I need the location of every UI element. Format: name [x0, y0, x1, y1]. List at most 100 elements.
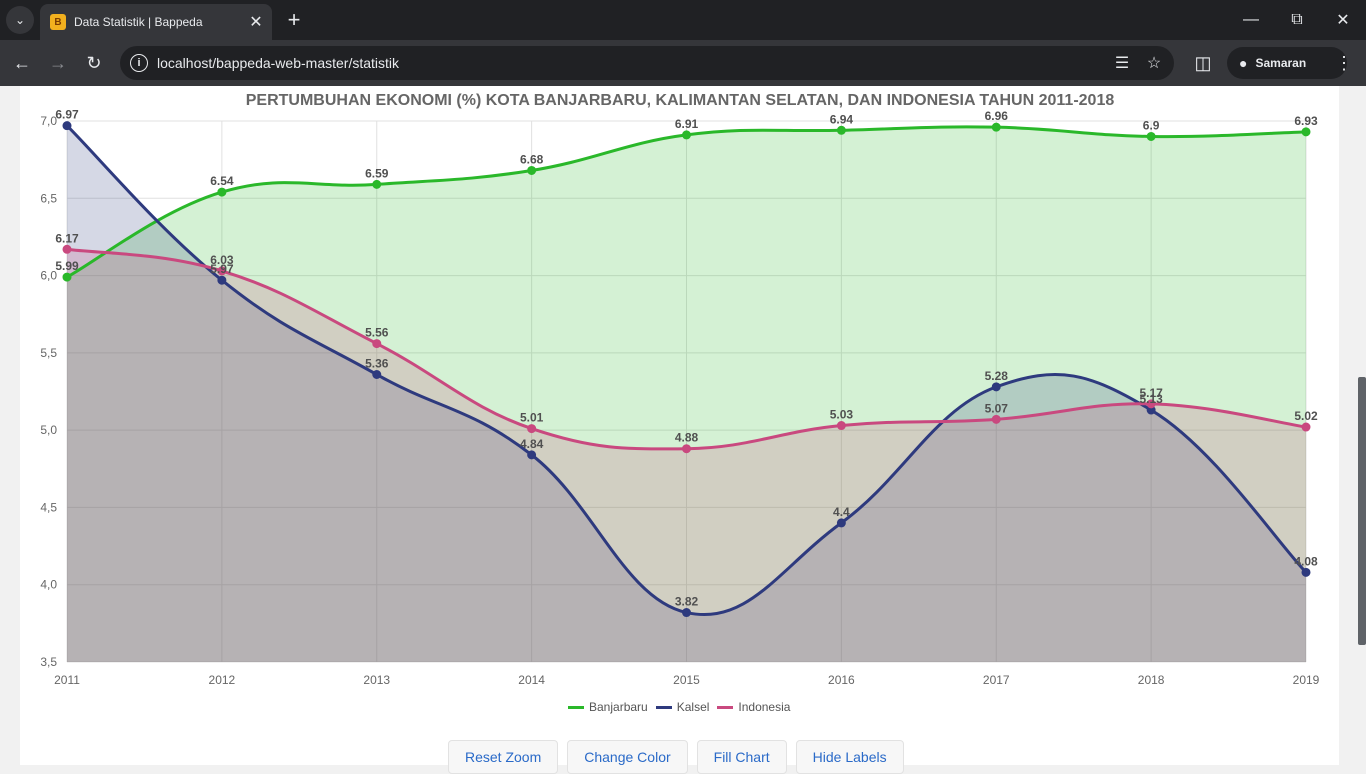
- point-kalsel: [991, 382, 1001, 392]
- data-label-kalsel: 4.84: [520, 437, 544, 451]
- point-indonesia: [62, 244, 72, 254]
- reload-icon[interactable]: ↻: [79, 48, 109, 78]
- change-color-button[interactable]: Change Color: [567, 740, 688, 774]
- x-tick-label: 2017: [983, 673, 1010, 687]
- data-label-indonesia: 4.88: [675, 431, 699, 445]
- data-label-banjarbaru: 6.94: [830, 112, 854, 126]
- close-icon[interactable]: ✕: [244, 12, 268, 32]
- point-kalsel: [217, 275, 227, 285]
- site-info-icon[interactable]: i: [130, 54, 148, 72]
- data-label-banjarbaru: 6.91: [675, 117, 699, 131]
- point-kalsel: [682, 608, 691, 618]
- tab-title: Data Statistik | Bappeda: [74, 15, 203, 29]
- point-banjarbaru: [1301, 127, 1311, 137]
- point-kalsel: [1301, 567, 1311, 577]
- data-label-indonesia: 5.03: [830, 408, 854, 422]
- legend-item-banjarbaru[interactable]: Banjarbaru: [568, 700, 648, 714]
- data-label-indonesia: 5.01: [520, 411, 544, 425]
- legend-swatch: [568, 705, 584, 709]
- data-label-kalsel: 5.36: [365, 356, 389, 370]
- point-indonesia: [682, 444, 691, 454]
- legend-label: Banjarbaru: [589, 700, 648, 714]
- legend-label: Indonesia: [738, 700, 791, 714]
- close-window-icon[interactable]: ✕: [1320, 0, 1366, 40]
- data-label-kalsel: 6.97: [55, 108, 79, 122]
- data-label-indonesia: 5.07: [985, 401, 1009, 415]
- minimize-icon[interactable]: —: [1228, 0, 1274, 40]
- url-text[interactable]: localhost/bappeda-web-master/statistik: [157, 55, 399, 71]
- fill-chart-button[interactable]: Fill Chart: [696, 740, 787, 774]
- star-icon[interactable]: ☆: [1143, 52, 1165, 74]
- y-tick-label: 6,0: [40, 269, 57, 283]
- x-tick-label: 2019: [1293, 673, 1320, 687]
- point-indonesia: [1301, 422, 1311, 432]
- legend-item-kalsel[interactable]: Kalsel: [655, 700, 709, 714]
- y-tick-label: 5,0: [40, 423, 57, 437]
- data-label-indonesia: 5.17: [1139, 386, 1163, 400]
- x-tick-label: 2011: [54, 673, 80, 687]
- data-label-banjarbaru: 6.59: [365, 166, 389, 180]
- new-tab-button[interactable]: +: [282, 8, 306, 32]
- point-banjarbaru: [836, 125, 846, 135]
- y-tick-label: 3,5: [40, 655, 57, 669]
- point-banjarbaru: [991, 122, 1001, 132]
- data-label-indonesia: 6.17: [55, 231, 79, 245]
- data-label-indonesia: 5.56: [365, 326, 389, 340]
- incognito-icon: ●: [1239, 55, 1248, 71]
- data-label-banjarbaru: 6.9: [1143, 118, 1160, 132]
- point-indonesia: [836, 421, 846, 431]
- translate-icon[interactable]: ☰: [1111, 52, 1133, 74]
- point-indonesia: [991, 414, 1001, 424]
- data-label-banjarbaru: 6.68: [520, 152, 544, 166]
- x-tick-label: 2014: [518, 673, 545, 687]
- y-tick-label: 6,5: [40, 191, 57, 205]
- restore-icon[interactable]: ⧉: [1274, 0, 1320, 40]
- tab-search-button[interactable]: ⌄: [6, 6, 34, 34]
- point-banjarbaru: [682, 130, 691, 140]
- x-tick-label: 2012: [209, 673, 236, 687]
- data-label-kalsel: 4.4: [833, 505, 850, 519]
- x-tick-label: 2016: [828, 673, 855, 687]
- point-kalsel: [527, 450, 537, 460]
- chart-legend: Banjarbaru Kalsel Indonesia: [568, 700, 798, 714]
- point-banjarbaru: [527, 165, 537, 175]
- profile-label: Samaran: [1255, 56, 1307, 70]
- y-tick-label: 5,5: [40, 346, 57, 360]
- chart-controls: Reset Zoom Change Color Fill Chart Hide …: [448, 740, 913, 774]
- point-banjarbaru: [217, 187, 227, 197]
- favicon-icon: B: [50, 14, 66, 30]
- point-banjarbaru: [62, 272, 72, 282]
- legend-swatch: [655, 705, 672, 709]
- tab-bar: ⌄ B Data Statistik | Bappeda ✕ + — ⧉ ✕: [0, 0, 1366, 40]
- point-kalsel: [836, 518, 846, 528]
- data-label-kalsel: 3.82: [675, 595, 699, 609]
- y-tick-label: 7,0: [40, 114, 57, 128]
- hide-labels-button[interactable]: Hide Labels: [795, 740, 904, 774]
- chevron-down-icon: ⌄: [14, 13, 26, 27]
- browser-tab[interactable]: B Data Statistik | Bappeda ✕: [40, 4, 272, 40]
- point-indonesia: [527, 424, 537, 434]
- data-label-banjarbaru: 6.54: [210, 174, 234, 188]
- x-tick-label: 2018: [1138, 673, 1165, 687]
- side-panel-icon[interactable]: ◫: [1188, 48, 1218, 78]
- data-label-banjarbaru: 5.99: [55, 259, 79, 273]
- y-tick-label: 4,5: [40, 500, 57, 514]
- legend-item-indonesia[interactable]: Indonesia: [717, 700, 790, 714]
- line-chart: 5.99 6.54 6.59 6.68 6.91 6.94 6.96 6.9 6.93 6.97 5…: [40, 108, 1320, 687]
- point-banjarbaru: [372, 179, 382, 189]
- x-tick-label: 2015: [673, 673, 700, 687]
- menu-icon[interactable]: ⋮: [1329, 48, 1359, 78]
- point-kalsel: [372, 369, 382, 379]
- forward-icon[interactable]: →: [43, 48, 73, 78]
- data-label-kalsel: 4.08: [1294, 554, 1318, 568]
- data-label-banjarbaru: 6.93: [1294, 114, 1318, 128]
- point-kalsel: [62, 121, 72, 131]
- data-label-indonesia: 5.02: [1294, 409, 1318, 423]
- data-label-kalsel: 5.28: [985, 369, 1009, 383]
- address-bar[interactable]: i localhost/bappeda-web-master/statistik…: [120, 46, 1174, 80]
- legend-swatch: [717, 705, 734, 709]
- data-label-banjarbaru: 6.96: [985, 109, 1009, 123]
- x-tick-label: 2013: [363, 673, 390, 687]
- back-icon[interactable]: ←: [7, 48, 37, 78]
- reset-zoom-button[interactable]: Reset Zoom: [448, 740, 559, 774]
